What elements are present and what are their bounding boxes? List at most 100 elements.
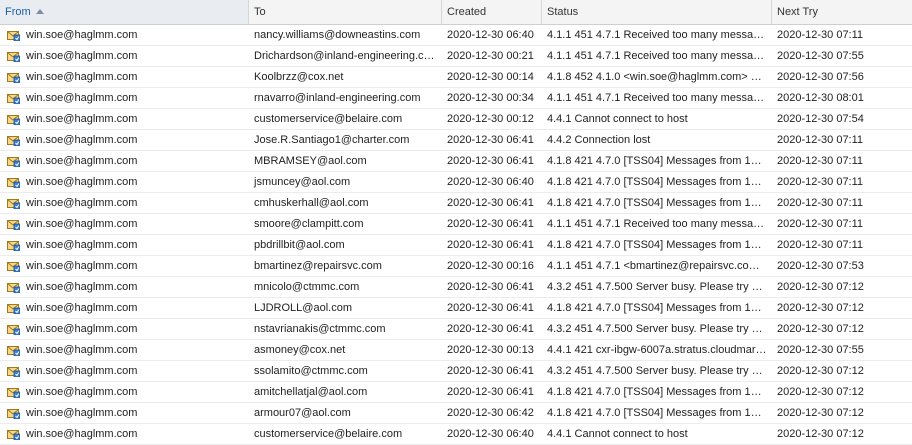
from-address: win.soe@haglmm.com xyxy=(26,365,138,377)
status-cell: 4.4.1 Cannot connect to host xyxy=(547,113,688,125)
envelope-queued-icon xyxy=(7,303,20,314)
column-header-created[interactable]: Created xyxy=(442,0,542,24)
table-row[interactable]: win.soe@haglmm.com MBRAMSEY@aol.com 2020-1… xyxy=(0,151,912,172)
column-header-to[interactable]: To xyxy=(249,0,442,24)
status-cell: 4.1.1 451 4.7.1 Received too many messa… xyxy=(547,218,765,230)
envelope-queued-icon xyxy=(7,429,20,440)
status-cell: 4.1.1 451 4.7.1 Received too many messa… xyxy=(547,92,765,104)
from-cell: win.soe@haglmm.com xyxy=(0,46,249,66)
created-cell: 2020-12-30 00:16 xyxy=(447,260,534,272)
envelope-queued-icon xyxy=(7,135,20,146)
next-try-cell: 2020-12-30 07:11 xyxy=(777,218,864,230)
column-header-next-try[interactable]: Next Try xyxy=(772,0,912,24)
envelope-queued-icon xyxy=(7,219,20,230)
status-cell: 4.4.2 Connection lost xyxy=(547,134,651,146)
to-cell: rnavarro@inland-engineering.com xyxy=(254,92,421,104)
from-cell: win.soe@haglmm.com xyxy=(0,235,249,255)
table-row[interactable]: win.soe@haglmm.com pbdrillbit@aol.com 2020… xyxy=(0,235,912,256)
table-row[interactable]: win.soe@haglmm.com nstavrianakis@ctmmc.co… xyxy=(0,319,912,340)
next-try-cell: 2020-12-30 07:11 xyxy=(777,197,864,209)
to-cell: bmartinez@repairsvc.com xyxy=(254,260,382,272)
column-header-status-label: Status xyxy=(547,6,579,18)
next-try-cell: 2020-12-30 07:56 xyxy=(777,71,864,83)
next-try-cell: 2020-12-30 07:12 xyxy=(777,302,864,314)
table-row[interactable]: win.soe@haglmm.com Jose.R.Santiago1@chart… xyxy=(0,130,912,151)
created-cell: 2020-12-30 06:40 xyxy=(447,176,534,188)
from-cell: win.soe@haglmm.com xyxy=(0,340,249,360)
from-address: win.soe@haglmm.com xyxy=(26,134,138,146)
created-cell: 2020-12-30 06:41 xyxy=(447,386,534,398)
envelope-queued-icon xyxy=(7,261,20,272)
envelope-queued-icon xyxy=(7,282,20,293)
created-cell: 2020-12-30 00:12 xyxy=(447,113,534,125)
status-cell: 4.1.8 421 4.7.0 [TSS04] Messages from 1… xyxy=(547,239,762,251)
from-address: win.soe@haglmm.com xyxy=(26,323,138,335)
column-header-from-label: From xyxy=(5,6,31,18)
from-cell: win.soe@haglmm.com xyxy=(0,277,249,297)
envelope-queued-icon xyxy=(7,198,20,209)
table-row[interactable]: win.soe@haglmm.com rnavarro@inland-engine… xyxy=(0,88,912,109)
from-address: win.soe@haglmm.com xyxy=(26,71,138,83)
next-try-cell: 2020-12-30 07:54 xyxy=(777,113,864,125)
table-row[interactable]: win.soe@haglmm.com customerservice@belair… xyxy=(0,109,912,130)
table-row[interactable]: win.soe@haglmm.com Koolbrzz@cox.net 2020-1… xyxy=(0,67,912,88)
table-row[interactable]: win.soe@haglmm.com armour07@aol.com 2020-1… xyxy=(0,403,912,424)
next-try-cell: 2020-12-30 07:12 xyxy=(777,365,864,377)
created-cell: 2020-12-30 00:21 xyxy=(447,50,534,62)
column-header-from[interactable]: From xyxy=(0,0,249,24)
from-address: win.soe@haglmm.com xyxy=(26,386,138,398)
created-cell: 2020-12-30 06:41 xyxy=(447,239,534,251)
to-cell: jsmuncey@aol.com xyxy=(254,176,351,188)
created-cell: 2020-12-30 06:41 xyxy=(447,218,534,230)
created-cell: 2020-12-30 06:41 xyxy=(447,155,534,167)
status-cell: 4.4.1 421 cxr-ibgw-6007a.stratus.cloudma… xyxy=(547,344,767,356)
table-row[interactable]: win.soe@haglmm.com amitchellatjal@aol.com… xyxy=(0,382,912,403)
created-cell: 2020-12-30 00:34 xyxy=(447,92,534,104)
from-cell: win.soe@haglmm.com xyxy=(0,151,249,171)
envelope-queued-icon xyxy=(7,177,20,188)
table-row[interactable]: win.soe@haglmm.com LJDROLL@aol.com 2020-12… xyxy=(0,298,912,319)
column-header-status[interactable]: Status xyxy=(542,0,772,24)
table-row[interactable]: win.soe@haglmm.com Drichardson@inland-eng… xyxy=(0,46,912,67)
to-cell: mnicolo@ctmmc.com xyxy=(254,281,360,293)
from-cell: win.soe@haglmm.com xyxy=(0,25,249,45)
to-cell: customerservice@belaire.com xyxy=(254,113,403,125)
table-row[interactable]: win.soe@haglmm.com smoore@clampitt.com 202… xyxy=(0,214,912,235)
from-address: win.soe@haglmm.com xyxy=(26,302,138,314)
table-row[interactable]: win.soe@haglmm.com asmoney@cox.net 2020-12… xyxy=(0,340,912,361)
from-cell: win.soe@haglmm.com xyxy=(0,298,249,318)
next-try-cell: 2020-12-30 07:12 xyxy=(777,281,864,293)
status-cell: 4.1.8 421 4.7.0 [TSS04] Messages from 1… xyxy=(547,176,762,188)
table-row[interactable]: win.soe@haglmm.com mnicolo@ctmmc.com 2020-… xyxy=(0,277,912,298)
next-try-cell: 2020-12-30 07:11 xyxy=(777,176,864,188)
to-cell: Drichardson@inland-engineering.c… xyxy=(254,50,435,62)
table-row[interactable]: win.soe@haglmm.com ssolamito@ctmmc.com 202… xyxy=(0,361,912,382)
next-try-cell: 2020-12-30 08:01 xyxy=(777,92,864,104)
envelope-queued-icon xyxy=(7,345,20,356)
from-cell: win.soe@haglmm.com xyxy=(0,193,249,213)
table-row[interactable]: win.soe@haglmm.com bmartinez@repairsvc.co… xyxy=(0,256,912,277)
table-row[interactable]: win.soe@haglmm.com cmhuskerhall@aol.com 20… xyxy=(0,193,912,214)
to-cell: MBRAMSEY@aol.com xyxy=(254,155,367,167)
envelope-queued-icon xyxy=(7,30,20,41)
from-cell: win.soe@haglmm.com xyxy=(0,382,249,402)
envelope-queued-icon xyxy=(7,366,20,377)
status-cell: 4.1.1 451 4.7.1 Received too many messa… xyxy=(547,29,765,41)
status-cell: 4.1.8 421 4.7.0 [TSS04] Messages from 1… xyxy=(547,407,762,419)
from-cell: win.soe@haglmm.com xyxy=(0,130,249,150)
to-cell: cmhuskerhall@aol.com xyxy=(254,197,369,209)
from-address: win.soe@haglmm.com xyxy=(26,239,138,251)
from-address: win.soe@haglmm.com xyxy=(26,176,138,188)
from-address: win.soe@haglmm.com xyxy=(26,197,138,209)
from-address: win.soe@haglmm.com xyxy=(26,344,138,356)
created-cell: 2020-12-30 06:41 xyxy=(447,365,534,377)
table-row[interactable]: win.soe@haglmm.com jsmuncey@aol.com 2020-1… xyxy=(0,172,912,193)
from-address: win.soe@haglmm.com xyxy=(26,50,138,62)
next-try-cell: 2020-12-30 07:12 xyxy=(777,386,864,398)
table-row[interactable]: win.soe@haglmm.com customerservice@belair… xyxy=(0,424,912,445)
table-row[interactable]: win.soe@haglmm.com nancy.williams@downeas… xyxy=(0,25,912,46)
to-cell: smoore@clampitt.com xyxy=(254,218,364,230)
created-cell: 2020-12-30 06:40 xyxy=(447,29,534,41)
status-cell: 4.1.1 451 4.7.1 <bmartinez@repairsvc.co… xyxy=(547,260,760,272)
to-cell: Jose.R.Santiago1@charter.com xyxy=(254,134,410,146)
